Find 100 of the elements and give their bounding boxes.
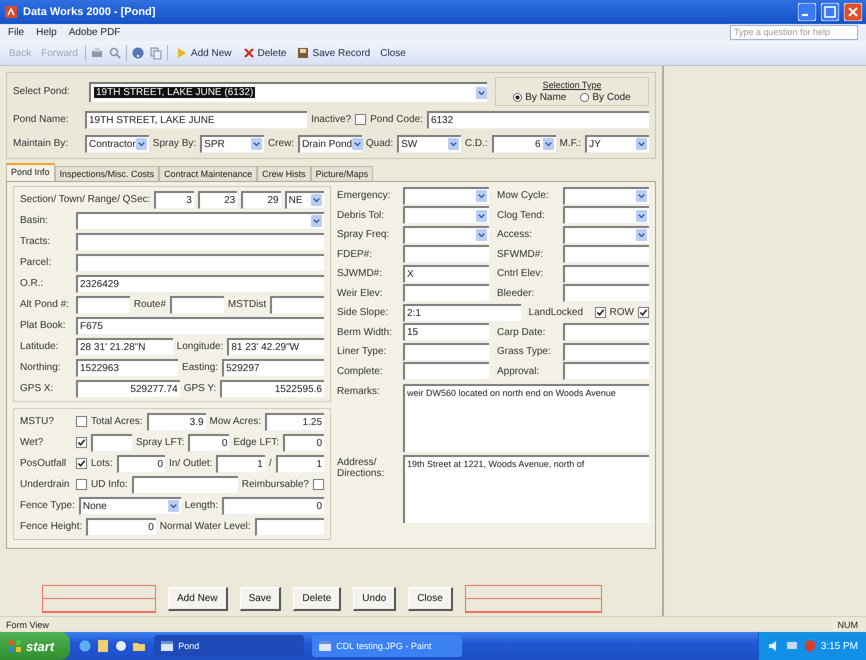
text-field[interactable] bbox=[254, 518, 324, 536]
number-field[interactable]: 23 bbox=[198, 190, 238, 208]
menu-item[interactable]: Help bbox=[36, 27, 57, 38]
dropdown-field[interactable] bbox=[403, 186, 489, 205]
number-field[interactable]: 1 bbox=[276, 454, 324, 472]
taskbar-button[interactable]: CDL testing.JPG - Paint bbox=[312, 635, 462, 657]
text-field[interactable] bbox=[76, 254, 324, 272]
form-button[interactable]: Save bbox=[240, 587, 282, 611]
form-button[interactable]: Add New bbox=[168, 587, 228, 611]
number-field[interactable]: 0 bbox=[116, 454, 166, 472]
dropdown-field[interactable] bbox=[76, 212, 324, 230]
dropdown-field[interactable] bbox=[563, 206, 649, 224]
dropdown-field[interactable]: None bbox=[78, 496, 181, 514]
text-field[interactable]: 19TH STREET, LAKE JUNE bbox=[85, 110, 308, 128]
close-icon[interactable] bbox=[844, 3, 862, 21]
text-field[interactable]: 2:1 bbox=[403, 304, 521, 322]
radio-button[interactable] bbox=[580, 93, 590, 102]
dropdown-field[interactable] bbox=[403, 226, 489, 244]
tab[interactable]: Picture/Maps bbox=[310, 166, 374, 181]
text-field[interactable] bbox=[403, 342, 489, 361]
dropdown-field[interactable] bbox=[563, 186, 649, 205]
number-field[interactable]: 0 bbox=[222, 496, 324, 514]
toolbar-button[interactable]: Add New bbox=[172, 45, 234, 61]
text-field[interactable]: 2326429 bbox=[76, 274, 324, 292]
tab[interactable]: Contract Maintenance bbox=[159, 166, 258, 181]
text-field[interactable] bbox=[403, 284, 489, 302]
checkbox[interactable] bbox=[76, 458, 87, 469]
dropdown-field[interactable]: Drain Pond bbox=[298, 134, 362, 152]
dropdown-field[interactable]: NE bbox=[284, 190, 324, 208]
text-field[interactable]: 529297 bbox=[222, 358, 324, 376]
printer-icon[interactable] bbox=[90, 46, 104, 60]
checkbox[interactable] bbox=[313, 479, 324, 490]
maximize-icon[interactable] bbox=[821, 3, 839, 21]
number-field[interactable]: 0 bbox=[86, 518, 156, 536]
radio-option[interactable]: By Code bbox=[580, 92, 631, 103]
tab[interactable]: Crew Hists bbox=[257, 166, 311, 181]
checkbox[interactable] bbox=[638, 307, 649, 318]
text-field[interactable]: 81 23' 42.29"W bbox=[227, 338, 324, 356]
text-field[interactable] bbox=[563, 245, 649, 264]
text-field[interactable]: 1522963 bbox=[76, 358, 178, 376]
number-field[interactable]: 0 bbox=[188, 434, 230, 452]
checkbox[interactable] bbox=[76, 479, 87, 490]
dropdown-field[interactable] bbox=[563, 226, 649, 244]
text-area[interactable]: weir DW560 located on north end on Woods Avenue bbox=[403, 384, 649, 452]
toolbar-button[interactable]: Save Record bbox=[293, 45, 374, 61]
menu-item[interactable]: File bbox=[8, 27, 24, 38]
checkbox[interactable] bbox=[355, 114, 366, 125]
number-field[interactable]: 1 bbox=[216, 454, 265, 472]
number-field[interactable]: 529277.74 bbox=[76, 380, 180, 398]
text-field[interactable]: F675 bbox=[76, 316, 324, 334]
dropdown-field[interactable]: JY bbox=[585, 134, 649, 152]
copy-icon[interactable] bbox=[148, 46, 163, 60]
dropdown-field[interactable]: 6 bbox=[492, 134, 556, 152]
form-button[interactable]: Close bbox=[408, 587, 453, 611]
radio-option[interactable]: By Name bbox=[513, 92, 566, 103]
number-field[interactable]: 3.9 bbox=[146, 412, 206, 430]
dropdown-field[interactable]: SPR bbox=[200, 134, 264, 152]
text-field[interactable] bbox=[76, 296, 130, 314]
number-field[interactable]: 1522595.6 bbox=[220, 380, 324, 398]
document-icon[interactable] bbox=[96, 639, 110, 653]
dropdown-field[interactable]: SW bbox=[397, 134, 461, 152]
text-field[interactable] bbox=[132, 476, 238, 494]
text-field[interactable]: 6132 bbox=[426, 110, 650, 128]
dropdown-field[interactable] bbox=[403, 206, 489, 224]
text-field[interactable] bbox=[91, 434, 132, 452]
number-field[interactable]: 1.25 bbox=[265, 412, 324, 430]
text-field[interactable] bbox=[563, 342, 649, 361]
number-field[interactable]: 0 bbox=[282, 434, 324, 452]
text-field[interactable] bbox=[563, 362, 649, 380]
text-field[interactable] bbox=[403, 362, 489, 380]
text-field[interactable] bbox=[76, 232, 324, 250]
text-field[interactable] bbox=[563, 323, 649, 342]
text-field[interactable] bbox=[563, 284, 649, 302]
form-button[interactable]: Undo bbox=[353, 587, 396, 611]
text-field[interactable]: 28 31' 21.28"N bbox=[76, 338, 173, 356]
text-field[interactable] bbox=[563, 264, 649, 283]
minimize-icon[interactable] bbox=[798, 3, 816, 21]
taskbar-button[interactable]: Pond bbox=[154, 635, 304, 657]
number-field[interactable]: 3 bbox=[154, 190, 194, 208]
number-field[interactable]: 29 bbox=[241, 190, 281, 208]
dropdown-field[interactable]: Contractor bbox=[85, 134, 149, 152]
toolbar-button[interactable]: Close bbox=[377, 46, 409, 60]
text-field[interactable]: 15 bbox=[403, 323, 489, 342]
form-button[interactable]: Delete bbox=[293, 587, 342, 611]
checkbox[interactable] bbox=[76, 437, 87, 448]
tab[interactable]: Inspections/Misc. Costs bbox=[54, 166, 160, 181]
menu-item[interactable]: Adobe PDF bbox=[68, 27, 120, 38]
tab[interactable]: Pond Info bbox=[6, 163, 55, 181]
text-field[interactable] bbox=[270, 296, 324, 314]
search-icon[interactable] bbox=[108, 46, 122, 60]
text-field[interactable]: X bbox=[403, 264, 489, 283]
pond-dropdown[interactable]: 19TH STREET, LAKE JUNE (6132) bbox=[89, 82, 487, 102]
checkbox[interactable] bbox=[76, 416, 87, 427]
text-field[interactable] bbox=[170, 296, 224, 314]
toolbar-button[interactable]: Delete bbox=[238, 45, 290, 61]
text-area[interactable]: 19th Street at 1221, Woods Avenue, north of bbox=[403, 455, 649, 523]
checkbox[interactable] bbox=[594, 307, 606, 318]
text-field[interactable] bbox=[403, 245, 489, 264]
radio-button[interactable] bbox=[513, 93, 522, 102]
help-search-field[interactable]: Type a question for help bbox=[730, 25, 858, 40]
